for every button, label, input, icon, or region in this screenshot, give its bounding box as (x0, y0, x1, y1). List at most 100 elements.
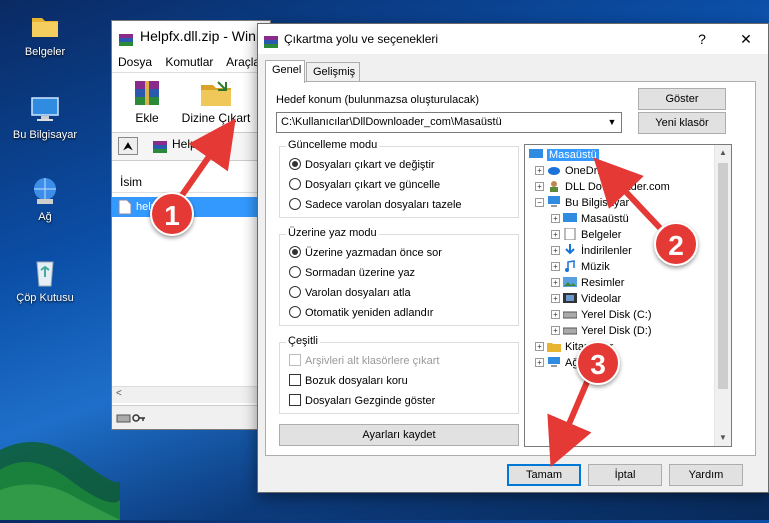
tree-node-desktop-sub[interactable]: + Masaüstü (551, 211, 629, 227)
status-bar (112, 405, 270, 429)
radio[interactable] (289, 198, 301, 210)
network-icon (29, 175, 61, 207)
desktop-icon-documents[interactable]: Belgeler (5, 10, 85, 58)
archive-path[interactable]: Helpfx.dll.z (172, 137, 231, 151)
expand-icon[interactable]: + (551, 310, 560, 319)
desktop-icon-label: Bu Bilgisayar (12, 129, 78, 141)
tree-label: Videolar (581, 293, 622, 305)
radio-selected[interactable] (289, 246, 301, 258)
column-header-name[interactable]: İsim (112, 171, 270, 193)
radio[interactable] (289, 286, 301, 298)
drive-key-icon (116, 411, 146, 425)
option-label: Dosyaları çıkart ve güncelle (305, 179, 441, 191)
misc-option: Arşivleri alt klasörlere çıkart (289, 353, 439, 369)
computer-icon (547, 196, 561, 208)
tab-advanced[interactable]: Gelişmiş (306, 62, 360, 82)
scroll-down-icon[interactable]: ▼ (715, 430, 731, 446)
tree-node-desktop[interactable]: Masaüstü (529, 147, 599, 163)
drive-icon (562, 308, 578, 320)
checkbox[interactable] (289, 394, 301, 406)
winrar-title-bar[interactable]: Helpfx.dll.zip - WinRAR (112, 21, 270, 51)
update-mode-option[interactable]: Dosyaları çıkart ve güncelle (289, 177, 440, 193)
scroll-up-icon[interactable]: ▲ (715, 145, 731, 161)
tree-node-user[interactable]: + DLL Downloader.com (535, 179, 670, 195)
menu-item-file[interactable]: Dosya (118, 55, 152, 69)
overwrite-mode-option[interactable]: Üzerine yazmadan önce sor (289, 245, 442, 261)
misc-group: Çeşitli Arşivleri alt klasörlere çıkart … (279, 335, 519, 414)
winrar-title: Helpfx.dll.zip - WinRAR (140, 28, 270, 44)
close-icon[interactable]: ✕ (724, 24, 768, 54)
tree-node-videos[interactable]: + Videolar (551, 291, 621, 307)
update-mode-option[interactable]: Dosyaları çıkart ve değiştir (289, 157, 435, 173)
tree-node-documents[interactable]: + Belgeler (551, 227, 621, 243)
tree-vertical-scrollbar[interactable]: ▲ ▼ (714, 145, 731, 446)
radio[interactable] (289, 306, 301, 318)
tree-node-this-pc[interactable]: − Bu Bilgisayar (535, 195, 629, 211)
expand-icon[interactable]: + (551, 294, 560, 303)
tree-node-disk-d[interactable]: + Yerel Disk (D:) (551, 323, 652, 339)
overwrite-mode-option[interactable]: Otomatik yeniden adlandır (289, 305, 433, 321)
collapse-icon[interactable]: − (535, 198, 544, 207)
tree-node-network[interactable]: + Ağ (535, 355, 578, 371)
destination-path-combo[interactable]: C:\Kullanıcılar\DllDownloader_com\Masaüs… (276, 112, 622, 133)
desktop-wallpaper-waves (0, 390, 120, 520)
new-folder-button[interactable]: Yeni klasör (638, 112, 726, 134)
radio-selected[interactable] (289, 158, 301, 170)
expand-icon[interactable]: + (551, 214, 560, 223)
menu-item-commands[interactable]: Komutlar (165, 55, 213, 69)
expand-icon[interactable]: + (535, 166, 544, 175)
overwrite-mode-title: Üzerine yaz modu (286, 227, 379, 239)
tab-general[interactable]: Genel (265, 60, 305, 83)
chevron-down-icon[interactable]: ▼ (603, 113, 621, 132)
radio[interactable] (289, 266, 301, 278)
tree-node-disk-c[interactable]: + Yerel Disk (C:) (551, 307, 652, 323)
misc-title: Çeşitli (286, 335, 320, 347)
expand-icon[interactable]: + (535, 182, 544, 191)
overwrite-mode-option[interactable]: Varolan dosyaları atla (289, 285, 411, 301)
expand-icon[interactable]: + (551, 246, 560, 255)
expand-icon[interactable]: + (535, 342, 544, 351)
scroll-thumb[interactable] (718, 163, 728, 389)
option-label: Dosyaları Gezginde göster (305, 395, 436, 407)
expand-icon[interactable]: + (535, 358, 544, 367)
help-button[interactable]: Yardım (669, 464, 743, 486)
expand-icon[interactable]: + (551, 278, 560, 287)
documents-icon (563, 227, 577, 241)
tree-node-pictures[interactable]: + Resimler (551, 275, 624, 291)
dialog-title-bar[interactable]: Çıkartma yolu ve seçenekleri ? ✕ (258, 24, 768, 54)
horizontal-scrollbar[interactable]: < (112, 386, 270, 403)
music-icon (563, 260, 577, 272)
desktop-icon-network[interactable]: Ağ (5, 175, 85, 223)
menu-item-tools[interactable]: Araçla (226, 55, 260, 69)
cancel-button[interactable]: İptal (588, 464, 662, 486)
overwrite-mode-option[interactable]: Sormadan üzerine yaz (289, 265, 415, 281)
tree-node-downloads[interactable]: + İndirilenler (551, 243, 632, 259)
desktop-icon-label: Ağ (38, 211, 52, 223)
option-label: Otomatik yeniden adlandır (305, 307, 434, 319)
tree-node-music[interactable]: + Müzik (551, 259, 610, 275)
misc-option[interactable]: Dosyaları Gezginde göster (289, 393, 435, 409)
winrar-menu-bar: Dosya Komutlar Araçla (112, 51, 270, 73)
checkbox[interactable] (289, 374, 301, 386)
tree-node-onedrive[interactable]: + OneDrive (535, 163, 611, 179)
up-folder-button[interactable]: ⮝ (118, 137, 138, 155)
ok-button[interactable]: Tamam (507, 464, 581, 486)
expand-icon[interactable]: + (551, 262, 560, 271)
extract-to-button[interactable]: Dizine Çıkart (178, 77, 254, 125)
misc-option[interactable]: Bozuk dosyaları koru (289, 373, 408, 389)
desktop-icon-computer[interactable]: Bu Bilgisayar (5, 93, 85, 141)
update-mode-option[interactable]: Sadece varolan dosyaları tazele (289, 197, 462, 213)
overwrite-mode-group: Üzerine yaz modu Üzerine yazmadan önce s… (279, 227, 519, 326)
add-button[interactable]: Ekle (122, 77, 172, 125)
show-button[interactable]: Göster (638, 88, 726, 110)
extract-folder-icon (198, 77, 234, 109)
radio[interactable] (289, 178, 301, 190)
option-label: Dosyaları çıkart ve değiştir (305, 159, 435, 171)
save-settings-button[interactable]: Ayarları kaydet (279, 424, 519, 446)
expand-icon[interactable]: + (551, 326, 560, 335)
help-title-button[interactable]: ? (680, 24, 724, 54)
recycle-bin-icon (29, 256, 61, 288)
expand-icon[interactable]: + (551, 230, 560, 239)
desktop-icon-recycle-bin[interactable]: Çöp Kutusu (5, 256, 85, 304)
scroll-left-icon[interactable]: < (116, 388, 122, 399)
